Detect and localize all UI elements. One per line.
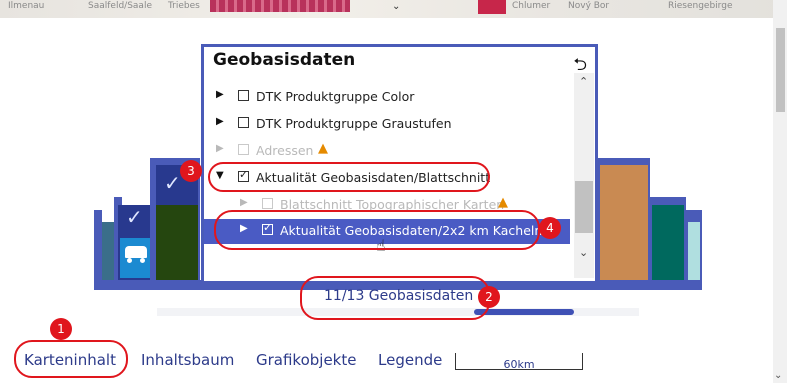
layer-checkbox[interactable]: [238, 90, 249, 101]
check-icon: ✓: [164, 171, 181, 195]
tree-item: ▶ Adressen ▲: [204, 139, 570, 163]
layer-tile[interactable]: [688, 222, 700, 280]
dialog-scrollbar-thumb[interactable]: [575, 181, 593, 233]
expand-triangle-icon: ▶: [216, 143, 224, 154]
tree-item-label: DTK Produktgruppe Color: [256, 89, 415, 104]
annotation-outline: [300, 276, 490, 320]
chevron-up-icon[interactable]: ⌃: [579, 75, 588, 88]
warning-icon: ▲: [498, 195, 508, 210]
annotation-marker: 1: [50, 318, 72, 340]
layer-checkbox[interactable]: [238, 117, 249, 128]
dialog-title: Geobasisdaten: [213, 50, 356, 70]
tab-legende[interactable]: Legende: [378, 351, 442, 369]
annotation-outline: [14, 340, 128, 378]
layer-tile[interactable]: [600, 165, 648, 281]
expand-triangle-icon: ▶: [240, 197, 248, 208]
layer-checkbox: [262, 198, 273, 209]
scale-label: 60km: [503, 358, 535, 371]
tree-item-label: DTK Produktgruppe Graustufen: [256, 116, 452, 131]
tree-item[interactable]: ▶ DTK Produktgruppe Color: [204, 85, 570, 109]
annotation-marker: 2: [478, 286, 500, 308]
expand-triangle-icon[interactable]: ▶: [216, 116, 224, 127]
layer-tile-frame: [94, 210, 102, 290]
layer-tile[interactable]: [102, 222, 114, 280]
dialog-scrollbar[interactable]: ⌃ ⌄: [574, 73, 594, 278]
annotation-outline: [214, 210, 540, 250]
tree-item-label: Adressen: [256, 143, 314, 158]
chevron-down-icon[interactable]: ⌄: [774, 370, 782, 381]
annotation-marker: 4: [539, 217, 561, 239]
annotation-marker: 3: [180, 160, 202, 182]
annotation-outline: [208, 162, 490, 192]
layer-tile[interactable]: [652, 205, 684, 281]
expand-triangle-icon[interactable]: ▶: [216, 89, 224, 100]
scale-bar: 60km: [455, 353, 583, 371]
tab-inhaltsbaum[interactable]: Inhaltsbaum: [141, 351, 234, 369]
layer-checkbox: [238, 144, 249, 155]
warning-icon: ▲: [318, 141, 328, 156]
carousel-scrollbar-thumb[interactable]: [474, 309, 574, 315]
tab-grafikobjekte[interactable]: Grafikobjekte: [256, 351, 356, 369]
car-icon: [120, 238, 152, 278]
check-icon: ✓: [126, 205, 143, 229]
tree-item[interactable]: ▶ DTK Produktgruppe Graustufen: [204, 112, 570, 136]
chevron-down-icon[interactable]: ⌄: [579, 246, 588, 259]
